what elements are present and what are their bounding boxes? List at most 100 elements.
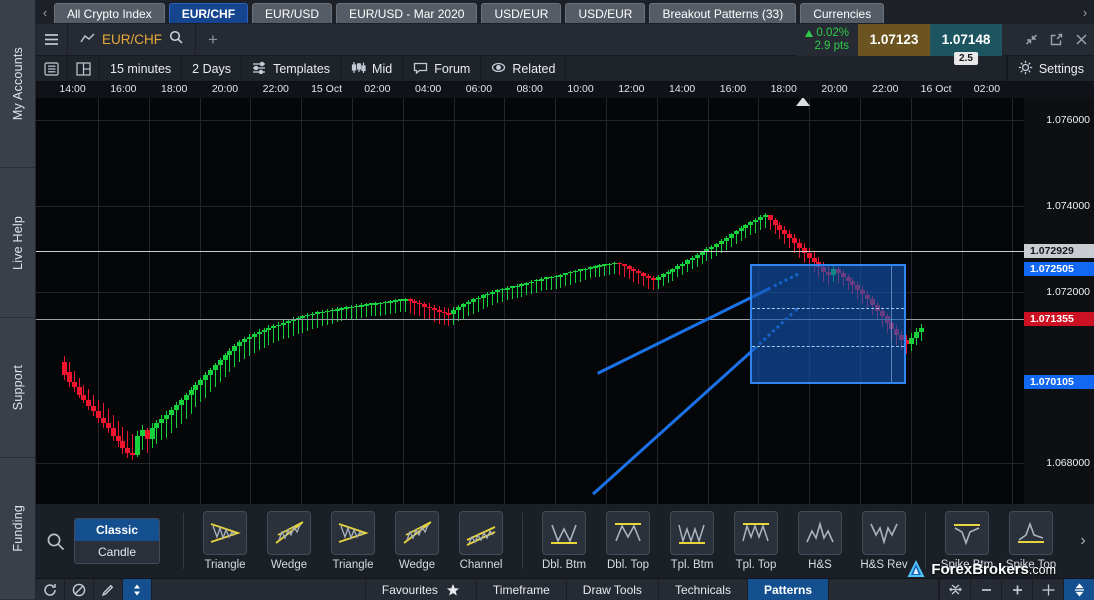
channel-pattern-icon	[459, 511, 503, 555]
instrument-tab[interactable]: USD/EUR	[565, 3, 646, 23]
symbol-selector[interactable]: EUR/CHF	[68, 23, 196, 56]
status-tab-label: Timeframe	[492, 582, 550, 597]
pattern-button[interactable]: Tpl. Top	[724, 511, 788, 571]
pattern-button[interactable]: Triangle	[193, 511, 257, 571]
forum-label: Forum	[434, 61, 471, 76]
pattern-button[interactable]: Spike Btm	[935, 511, 999, 571]
sidebar-item-funding[interactable]: Funding	[0, 458, 35, 600]
instrument-tab[interactable]: USD/EUR	[481, 3, 562, 23]
pattern-label: Tpl. Btm	[670, 559, 714, 571]
zoom-out-icon[interactable]	[970, 579, 1001, 600]
updown-arrows-icon[interactable]	[123, 579, 152, 600]
pattern-search-icon[interactable]	[36, 532, 74, 551]
search-icon[interactable]	[169, 30, 183, 49]
spread-badge: 2.5	[954, 51, 978, 65]
settings-button[interactable]: Settings	[1006, 56, 1094, 81]
pattern-divider	[925, 513, 926, 569]
chart-style-option[interactable]: Classic	[75, 519, 159, 541]
depth-indicator-icon[interactable]	[1002, 31, 1019, 49]
status-tab[interactable]: Technicals	[659, 579, 748, 600]
zoom-in-icon[interactable]	[1001, 579, 1032, 600]
instrument-tab[interactable]: EUR/USD	[252, 3, 333, 23]
instrument-tab[interactable]: All Crypto Index	[54, 3, 165, 23]
breakout-target-zone[interactable]	[750, 264, 906, 384]
hamburger-icon[interactable]	[36, 23, 68, 56]
instrument-tab[interactable]: EUR/CHF	[168, 3, 249, 23]
list-view-icon[interactable]	[36, 56, 68, 81]
spike-bottom-icon	[945, 511, 989, 555]
pattern-button[interactable]: Spike Top	[999, 511, 1063, 571]
pattern-button[interactable]: Triangle	[321, 511, 385, 571]
symbol-label: EUR/CHF	[102, 32, 162, 47]
price-mode-button[interactable]: Mid	[341, 56, 404, 81]
range-selector[interactable]: 2 Days	[182, 56, 243, 81]
time-axis-label: 22:00	[872, 83, 899, 95]
pattern-button[interactable]: Tpl. Btm	[660, 511, 724, 571]
price-axis-tag[interactable]: 1.072929	[1024, 244, 1094, 258]
chart-style-option[interactable]: Candle	[75, 541, 159, 563]
pattern-button[interactable]: Dbl. Btm	[532, 511, 596, 571]
price-axis-tag[interactable]: 1.070105	[1024, 375, 1094, 389]
ask-price-value: 1.07148	[941, 32, 991, 47]
sidebar-item-live-help[interactable]: Live Help	[0, 168, 35, 318]
pattern-toolbar: Classic Candle Triangle Wedge Triangle Wedge…	[36, 504, 1094, 578]
header-spacer	[230, 24, 796, 56]
price-axis-tag[interactable]: 1.072505	[1024, 262, 1094, 276]
ask-price[interactable]: 1.07148 2.5	[930, 23, 1002, 65]
fit-horizontal-icon[interactable]	[939, 579, 970, 600]
head-shoulders-icon	[798, 511, 842, 555]
chart-style-toggle[interactable]: Classic Candle	[74, 518, 160, 564]
left-sidebar: My Accounts Live Help Support Funding	[0, 0, 36, 600]
time-axis: 14:00 16:00 18:00 20:00 22:00 15 Oct 02:00 04:0…	[36, 82, 1094, 98]
change-points: 2.9 pts	[814, 39, 849, 52]
time-axis-label: 10:00	[567, 83, 594, 95]
pattern-button[interactable]: Wedge	[385, 511, 449, 571]
pattern-button[interactable]: Channel	[449, 511, 513, 571]
target-level-dashed-line	[752, 308, 904, 309]
chart-canvas[interactable]	[36, 98, 1024, 504]
fit-vertical-icon[interactable]	[1063, 579, 1094, 600]
pattern-next-arrow-icon[interactable]: ›	[1072, 532, 1094, 550]
add-chart-tab-button[interactable]: +	[196, 24, 230, 56]
time-marker-icon[interactable]	[796, 98, 810, 106]
pattern-button[interactable]: H&S	[788, 511, 852, 571]
tabbar-scroll-region: All Crypto Index EUR/CHF EUR/USD EUR/USD - …	[54, 0, 1076, 24]
popout-icon[interactable]	[1044, 24, 1069, 56]
instrument-tab[interactable]: EUR/USD - Mar 2020	[336, 3, 478, 23]
fit-both-icon[interactable]	[1032, 579, 1063, 600]
pattern-button[interactable]: H&S Rev	[852, 511, 916, 571]
tabbar-next-arrow-icon[interactable]: ›	[1076, 0, 1094, 24]
grid-layout-icon[interactable]	[68, 56, 100, 81]
status-tab[interactable]: Draw Tools	[567, 579, 659, 600]
time-axis-label: 20:00	[211, 83, 239, 95]
status-tab[interactable]: Timeframe	[477, 579, 567, 600]
related-button[interactable]: Related	[481, 56, 567, 81]
price-axis-tag[interactable]: 1.071355	[1024, 312, 1094, 326]
time-axis-label: 12:00	[618, 83, 645, 95]
pencil-icon[interactable]	[94, 579, 123, 600]
pattern-button[interactable]: Dbl. Top	[596, 511, 660, 571]
templates-button[interactable]: Templates	[242, 56, 342, 81]
bid-price[interactable]: 1.07123	[858, 23, 930, 56]
status-tab[interactable]: Patterns	[747, 579, 829, 600]
forum-button[interactable]: Forum	[403, 56, 482, 81]
pattern-label: Wedge	[270, 559, 308, 571]
candlestick	[918, 98, 924, 504]
pattern-label: Spike Btm	[940, 559, 994, 571]
pattern-button[interactable]: Wedge	[257, 511, 321, 571]
close-icon[interactable]	[1069, 24, 1094, 56]
refresh-icon[interactable]	[36, 579, 65, 600]
instrument-tab[interactable]: Breakout Patterns (33)	[649, 3, 797, 23]
sidebar-item-my-accounts[interactable]: My Accounts	[0, 0, 35, 169]
status-tab[interactable]: Favourites	[366, 579, 477, 600]
target-zone-divider	[891, 266, 892, 382]
sidebar-item-support[interactable]: Support	[0, 318, 35, 459]
interval-selector[interactable]: 15 minutes	[100, 56, 183, 81]
price-axis[interactable]: 1.076000 1.074000 1.072929 1.072505 1.072000…	[1024, 98, 1094, 504]
pattern-label: Channel	[459, 559, 503, 571]
no-entry-icon[interactable]	[65, 579, 94, 600]
tabbar-prev-arrow-icon[interactable]: ‹	[36, 0, 54, 24]
instrument-tab[interactable]: Currencies	[800, 3, 885, 23]
minimize-icon[interactable]	[1019, 24, 1044, 56]
double-bottom-icon	[542, 511, 586, 555]
